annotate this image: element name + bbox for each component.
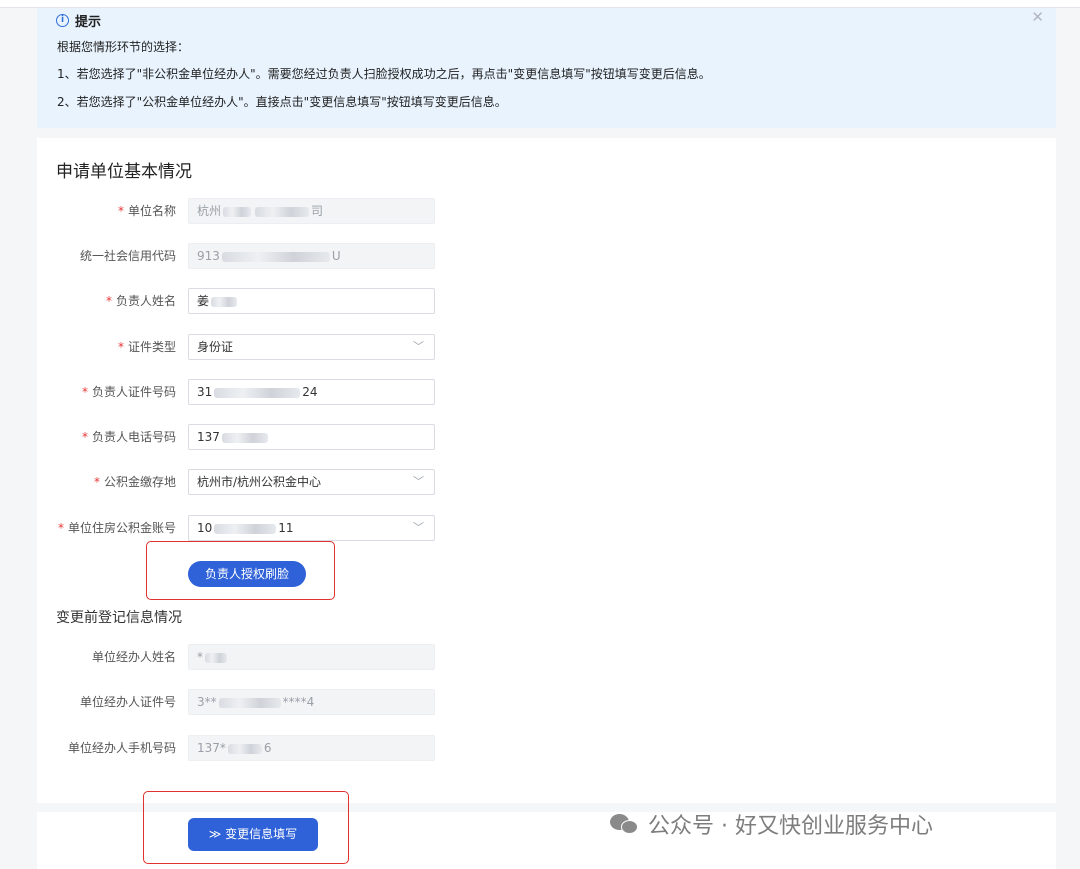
row-unit-name: * 单位名称 杭州司 xyxy=(0,198,440,224)
tip-banner: i 提示 ✕ 根据您情形环节的选择： 1、若您选择了"非公积金单位经办人"。需要… xyxy=(37,8,1056,128)
agent-name-field: * xyxy=(188,644,435,670)
wechat-icon xyxy=(610,812,640,836)
id-type-select[interactable]: 身份证 ﹀ xyxy=(188,334,435,360)
info-icon: i xyxy=(56,14,69,27)
leader-id-label: * 负责人证件号码 xyxy=(81,385,176,399)
credit-code-field: 913 U xyxy=(188,243,435,269)
agent-name-label: 单位经办人姓名 xyxy=(91,650,176,664)
tip-title: 提示 xyxy=(75,15,102,30)
leader-phone-label: * 负责人电话号码 xyxy=(81,430,176,444)
section-title-basic: 申请单位基本情况 xyxy=(56,162,192,182)
tip-line-2: 2、若您选择了"公积金单位经办人"。直接点击"变更信息填写"按钮填写变更后信息。 xyxy=(57,95,507,109)
tip-header: i 提示 xyxy=(56,11,101,30)
row-agent-phone: 单位经办人手机号码 137* 6 xyxy=(0,735,440,761)
watermark-text: 公众号 · 好又快创业服务中心 xyxy=(648,814,933,839)
row-id-type: * 证件类型 身份证 ﹀ xyxy=(0,334,440,360)
chevron-down-icon: ﹀ xyxy=(413,475,424,488)
leader-name-label: * 负责人姓名 xyxy=(105,294,176,308)
face-auth-button[interactable]: 负责人授权刷脸 xyxy=(188,561,306,587)
id-type-label: * 证件类型 xyxy=(117,340,176,354)
row-leader-phone: * 负责人电话号码 137 xyxy=(0,424,440,450)
leader-phone-input[interactable]: 137 xyxy=(188,424,435,450)
agent-phone-field: 137* 6 xyxy=(188,735,435,761)
chevron-down-icon: ﹀ xyxy=(413,340,424,353)
credit-code-label: 统一社会信用代码 xyxy=(79,249,176,263)
tip-intro: 根据您情形环节的选择： xyxy=(57,40,190,54)
fund-location-label: * 公积金缴存地 xyxy=(93,475,176,489)
row-leader-name: * 负责人姓名 姜 xyxy=(0,288,440,314)
unit-name-label: * 单位名称 xyxy=(117,204,176,218)
top-border xyxy=(0,0,1080,8)
fund-location-select[interactable]: 杭州市/杭州公积金中心 ﹀ xyxy=(188,469,435,495)
row-agent-id: 单位经办人证件号 3** ****4 xyxy=(0,689,440,715)
leader-id-input[interactable]: 31 24 xyxy=(188,379,435,405)
row-fund-account: * 单位住房公积金账号 10 11 ﹀ xyxy=(0,515,440,541)
row-fund-location: * 公积金缴存地 杭州市/杭州公积金中心 ﹀ xyxy=(0,469,440,495)
agent-phone-label: 单位经办人手机号码 xyxy=(67,741,176,755)
tip-line-1: 1、若您选择了"非公积金单位经办人"。需要您经过负责人扫脸授权成功之后，再点击"… xyxy=(57,67,711,81)
row-agent-name: 单位经办人姓名 * xyxy=(0,644,440,670)
row-leader-id: * 负责人证件号码 31 24 xyxy=(0,379,440,405)
fund-account-label: * 单位住房公积金账号 xyxy=(57,521,176,535)
unit-name-field: 杭州司 xyxy=(188,198,435,224)
close-icon[interactable]: ✕ xyxy=(1031,8,1044,26)
watermark: 公众号 · 好又快创业服务中心 xyxy=(610,808,933,840)
change-info-button[interactable]: ≫ 变更信息填写 xyxy=(188,818,318,851)
chevron-down-icon: ﹀ xyxy=(413,521,424,534)
agent-id-label: 单位经办人证件号 xyxy=(79,695,176,709)
agent-id-field: 3** ****4 xyxy=(188,689,435,715)
fund-account-select[interactable]: 10 11 ﹀ xyxy=(188,515,435,541)
row-credit-code: 统一社会信用代码 913 U xyxy=(0,243,440,269)
leader-name-input[interactable]: 姜 xyxy=(188,288,435,314)
section-title-before: 变更前登记信息情况 xyxy=(56,610,182,626)
